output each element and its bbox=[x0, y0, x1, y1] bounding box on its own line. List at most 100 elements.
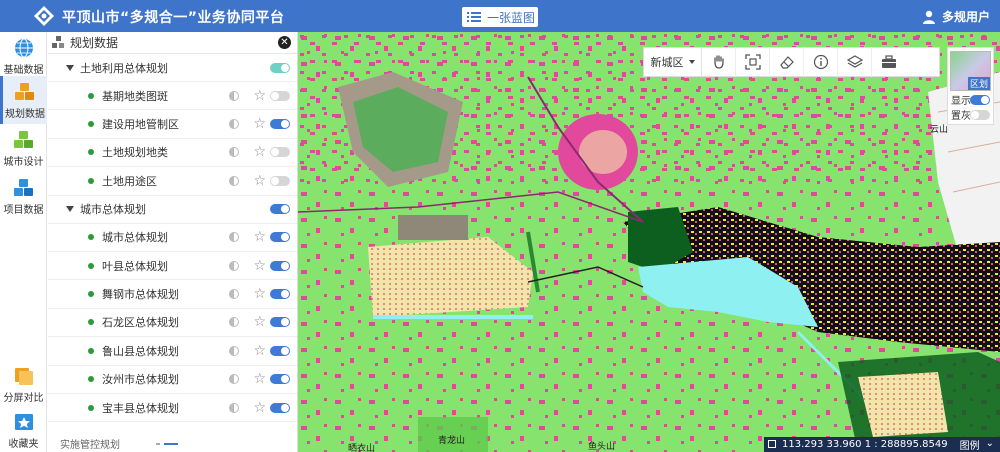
user-menu[interactable]: 多规用户 bbox=[922, 8, 990, 25]
layer-row[interactable]: 城市总体规划 ☆ bbox=[48, 224, 297, 252]
group-land-use[interactable]: 土地利用总体规划 bbox=[48, 54, 297, 82]
group-label: 土地利用总体规划 bbox=[80, 61, 168, 75]
layer-row[interactable]: 鲁山县总体规划 ☆ bbox=[48, 337, 297, 366]
map-graphics bbox=[298, 32, 1000, 452]
star-icon[interactable]: ☆ bbox=[253, 117, 266, 131]
star-icon[interactable]: ☆ bbox=[253, 287, 266, 301]
close-icon[interactable]: ✕ bbox=[278, 36, 291, 49]
opacity-icon[interactable] bbox=[229, 147, 239, 158]
map-canvas[interactable]: 云山 晒衣山 青龙山 鱼头山 bbox=[298, 32, 1000, 452]
opacity-icon[interactable] bbox=[229, 374, 239, 385]
layer-label: 汝州市总体规划 bbox=[102, 373, 179, 387]
layer-toggle[interactable] bbox=[270, 119, 290, 130]
map-place-label: 青龙山 bbox=[438, 436, 466, 446]
layer-dot bbox=[88, 177, 94, 184]
rail-item-planning-data[interactable]: 规划数据 bbox=[0, 76, 47, 124]
star-icon[interactable]: ☆ bbox=[253, 372, 266, 386]
layer-row[interactable]: 石龙区总体规划 ☆ bbox=[48, 309, 297, 338]
star-icon[interactable]: ☆ bbox=[253, 89, 266, 103]
layer-label: 鲁山县总体规划 bbox=[102, 344, 179, 358]
opacity-icon[interactable] bbox=[229, 90, 239, 101]
layer-row[interactable]: 宝丰县总体规划 ☆ bbox=[48, 394, 297, 423]
layer-toggle[interactable] bbox=[270, 374, 290, 385]
opacity-icon[interactable] bbox=[229, 289, 239, 300]
region-gray-label: 置灰 bbox=[951, 111, 971, 122]
full-extent-button[interactable] bbox=[736, 47, 770, 77]
star-icon[interactable]: ☆ bbox=[253, 145, 266, 159]
layer-toggle[interactable] bbox=[270, 232, 290, 243]
layer-row[interactable]: 土地规划地类 ☆ bbox=[48, 139, 297, 168]
layer-toggle[interactable] bbox=[270, 90, 290, 101]
layer-dot bbox=[88, 92, 94, 99]
layer-dot bbox=[88, 347, 94, 354]
layer-row[interactable]: 舞钢市总体规划 ☆ bbox=[48, 280, 297, 309]
layer-row[interactable]: 叶县总体规划 ☆ bbox=[48, 252, 297, 281]
chevron-down-icon bbox=[66, 64, 74, 71]
region-gray-toggle[interactable] bbox=[970, 110, 990, 120]
rail-label: 分屏对比 bbox=[3, 393, 44, 404]
layer-row[interactable]: 汝州市总体规划 ☆ bbox=[48, 366, 297, 394]
pager-dot[interactable] bbox=[156, 443, 160, 445]
clear-button[interactable] bbox=[770, 47, 804, 77]
region-widget: 区划 显示 置灰 bbox=[947, 47, 994, 125]
layer-toggle[interactable] bbox=[270, 317, 290, 328]
group-label: 实施管控规划 bbox=[60, 440, 120, 451]
layer-row[interactable]: 基期地类图斑 ☆ bbox=[48, 82, 297, 111]
planning-data-panel: 规划数据 ✕ 土地利用总体规划 基期地类图斑 ☆ 建设用地管制区 ☆ 土地规划地… bbox=[48, 32, 298, 452]
star-icon[interactable]: ☆ bbox=[253, 315, 266, 329]
layer-toggle[interactable] bbox=[270, 289, 290, 300]
star-icon[interactable]: ☆ bbox=[253, 344, 266, 358]
opacity-icon[interactable] bbox=[229, 232, 239, 243]
pan-button[interactable] bbox=[702, 47, 736, 77]
pager-dot-active[interactable] bbox=[164, 443, 178, 445]
district-value: 新城区 bbox=[650, 56, 684, 69]
layer-label: 土地用途区 bbox=[102, 174, 157, 188]
star-icon[interactable]: ☆ bbox=[253, 401, 266, 415]
panel-pager[interactable] bbox=[156, 443, 178, 445]
star-icon[interactable]: ☆ bbox=[253, 230, 266, 244]
opacity-icon[interactable] bbox=[229, 119, 239, 130]
layer-row[interactable]: 土地用途区 ☆ bbox=[48, 167, 297, 196]
rail-item-urban-design[interactable]: 城市设计 bbox=[0, 124, 47, 172]
app-title: 平顶山市“多规合一”业务协同平台 bbox=[62, 10, 285, 26]
star-icon[interactable]: ☆ bbox=[253, 174, 266, 188]
layer-toggle[interactable] bbox=[270, 345, 290, 356]
layer-toggle[interactable] bbox=[270, 260, 290, 271]
layer-toggle[interactable] bbox=[270, 147, 290, 158]
info-icon bbox=[813, 54, 828, 70]
region-show-toggle[interactable] bbox=[970, 95, 990, 105]
opacity-icon[interactable] bbox=[229, 317, 239, 328]
layer-label: 城市总体规划 bbox=[102, 231, 168, 245]
group-city-master-plan[interactable]: 城市总体规划 bbox=[48, 196, 297, 224]
region-show-row: 显示 bbox=[948, 93, 993, 107]
layer-toggle[interactable] bbox=[270, 402, 290, 413]
rail-item-favorites[interactable]: 收藏夹 bbox=[0, 406, 47, 452]
legend-button[interactable]: 图例 bbox=[960, 437, 980, 452]
map-place-label: 晒衣山 bbox=[348, 444, 376, 452]
group-toggle[interactable] bbox=[270, 204, 290, 215]
layer-toggle[interactable] bbox=[270, 175, 290, 186]
layer-label: 土地规划地类 bbox=[102, 146, 168, 160]
layers-button[interactable] bbox=[838, 47, 872, 77]
toolbox-button[interactable] bbox=[872, 47, 906, 77]
star-icon[interactable]: ☆ bbox=[253, 259, 266, 273]
opacity-icon[interactable] bbox=[229, 402, 239, 413]
user-icon bbox=[922, 10, 935, 24]
layer-label: 石龙区总体规划 bbox=[102, 316, 179, 330]
rail-item-basic-data[interactable]: 基础数据 bbox=[0, 32, 47, 80]
rail-item-project-data[interactable]: 项目数据 bbox=[0, 172, 47, 220]
map-place-label: 鱼头山 bbox=[588, 442, 616, 452]
opacity-icon[interactable] bbox=[229, 260, 239, 271]
rail-label: 规划数据 bbox=[5, 109, 45, 120]
group-toggle[interactable] bbox=[270, 62, 290, 73]
blueprint-button[interactable]: 一张蓝图 bbox=[462, 7, 538, 27]
layer-label: 建设用地管制区 bbox=[102, 118, 179, 132]
opacity-icon[interactable] bbox=[229, 345, 239, 356]
opacity-icon[interactable] bbox=[229, 175, 239, 186]
rail-item-split-screen[interactable]: 分屏对比 bbox=[0, 360, 47, 408]
chevron-down-icon[interactable]: ⌄ bbox=[986, 438, 994, 449]
district-select[interactable]: 新城区 bbox=[644, 47, 702, 77]
layer-row[interactable]: 建设用地管制区 ☆ bbox=[48, 110, 297, 139]
info-button[interactable] bbox=[804, 47, 838, 77]
region-thumbnail[interactable]: 区划 bbox=[950, 51, 991, 91]
